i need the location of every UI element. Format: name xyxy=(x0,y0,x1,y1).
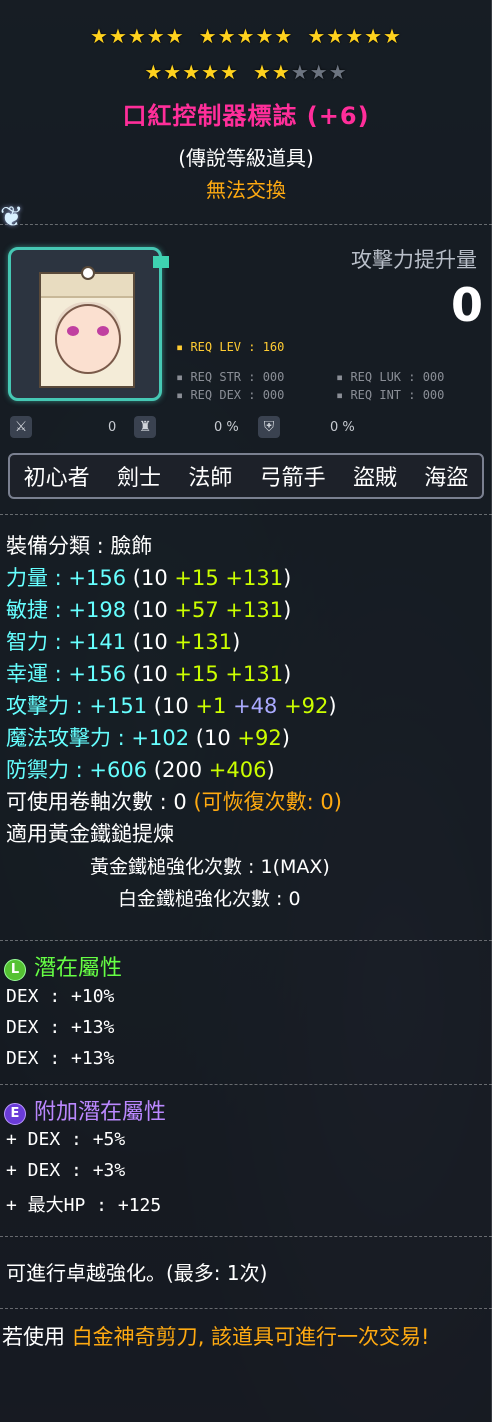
mini-stat-value: 0 % xyxy=(214,420,239,435)
job-archer: 弓箭手 xyxy=(259,466,326,491)
wing-icon: ❦ xyxy=(0,200,24,233)
star-force-row-1: ★★★★★ ★★★★★ ★★★★★ xyxy=(0,24,492,48)
upgrade-slots: 可使用卷軸次數 : 0 (可恢復次數: 0) xyxy=(6,790,342,814)
star-force-row-2: ★★★★★ ★★★★★ xyxy=(0,60,492,84)
bonus-potential-line: + DEX : +5% xyxy=(6,1129,126,1150)
item-tradability: 無法交換 xyxy=(206,178,286,202)
scissors-note: 若使用 白金神奇剪刀, 該道具可進行一次交易! xyxy=(2,1325,430,1349)
attack-gain-label: 攻擊力提升量 xyxy=(351,248,477,272)
item-title: 口紅控制器標誌 (+6) xyxy=(122,102,370,130)
job-pirate: 海盜 xyxy=(424,466,469,491)
job-beginner: 初心者 xyxy=(23,466,90,491)
divider xyxy=(0,1236,492,1237)
star-icon: ★★ xyxy=(253,60,291,84)
job-magician: 法師 xyxy=(188,466,233,491)
stat-magic-attack: 魔法攻擊力 : +102 (10 +92) xyxy=(6,726,290,750)
bonus-potential-line: + 最大HP : +125 xyxy=(6,1195,162,1216)
stat-dex: 敏捷 : +198 (10 +57 +131) xyxy=(6,598,292,622)
stats-block: 裝備分類 : 臉飾 力量 : +156 (10 +15 +131) 敏捷 : +… xyxy=(6,530,486,850)
job-requirements: 初心者 劍士 法師 弓箭手 盜賊 海盜 xyxy=(8,453,484,499)
job-warrior: 劍士 xyxy=(116,466,161,491)
platinum-hammer-count: 白金鐵槌強化次數 : 0 xyxy=(118,888,301,910)
item-icon-frame xyxy=(8,247,169,401)
stat-luk: 幸運 : +156 (10 +15 +131) xyxy=(6,662,292,686)
stat-int: 智力 : +141 (10 +131) xyxy=(6,630,241,654)
golden-hammer-count: 黃金鐵槌強化次數 : 1(MAX) xyxy=(90,856,330,878)
boss-damage-icon: ♜ xyxy=(134,416,156,438)
shield-icon: ⛨ xyxy=(258,416,280,438)
req-str: ▪ REQ STR : 000 xyxy=(176,370,285,384)
epic-badge-icon: E xyxy=(4,1103,26,1125)
divider xyxy=(0,940,492,941)
star-icon: ★★★★★ xyxy=(90,24,185,48)
scissors-item-name: 白金神奇剪刀 xyxy=(71,1325,198,1349)
mini-stat-value: 0 % xyxy=(330,420,355,435)
item-tooltip: ★★★★★ ★★★★★ ★★★★★ ★★★★★ ★★★★★ 口紅控制器標誌 (+6) … xyxy=(0,0,492,1422)
divider xyxy=(0,1084,492,1085)
mini-stat-value: 0 xyxy=(108,420,117,435)
bonus-potential-line: + DEX : +3% xyxy=(6,1160,126,1181)
equip-category: 裝備分類 : 臉飾 xyxy=(6,534,153,558)
star-icon: ★★★★★ xyxy=(198,24,294,48)
divider xyxy=(0,224,492,225)
req-luk: ▪ REQ LUK : 000 xyxy=(336,370,445,384)
mini-stats-row: ⚔ 0 ♜ 0 % ⛨ 0 % xyxy=(0,416,492,444)
potential-line: DEX : +10% xyxy=(6,986,115,1007)
bookmark-icon xyxy=(153,256,169,268)
bonus-potential-header: E 附加潛在屬性 xyxy=(4,1094,166,1126)
req-level: ▪ REQ LEV : 160 xyxy=(176,340,285,354)
divider xyxy=(0,1308,492,1309)
stat-defense: 防禦力 : +606 (200 +406) xyxy=(6,758,275,782)
stat-str: 力量 : +156 (10 +15 +131) xyxy=(6,566,292,590)
star-force-note: 可進行卓越強化。(最多: 1次) xyxy=(6,1261,268,1285)
stat-attack: 攻擊力 : +151 (10 +1 +48 +92) xyxy=(6,694,337,718)
emblem-icon xyxy=(39,266,135,388)
item-grade: (傳說等級道具) xyxy=(178,146,314,170)
ignore-defense-icon: ⚔ xyxy=(10,416,32,438)
star-icon: ★★★★★ xyxy=(144,60,239,84)
empty-star-icon: ★★★ xyxy=(290,60,348,84)
hammer-applied: 適用黃金鐵鎚提煉 xyxy=(6,822,174,846)
potential-title: 潛在屬性 xyxy=(34,956,123,981)
star-icon: ★★★★★ xyxy=(307,24,402,48)
potential-line: DEX : +13% xyxy=(6,1017,115,1038)
req-dex: ▪ REQ DEX : 000 xyxy=(176,388,285,402)
legendary-badge-icon: L xyxy=(4,959,26,981)
potential-line: DEX : +13% xyxy=(6,1048,115,1069)
req-int: ▪ REQ INT : 000 xyxy=(336,388,445,402)
attack-gain-value: 0 xyxy=(450,278,483,332)
potential-header: L 潛在屬性 xyxy=(4,950,122,982)
divider xyxy=(0,514,492,515)
bonus-potential-title: 附加潛在屬性 xyxy=(34,1100,167,1125)
job-thief: 盜賊 xyxy=(352,466,397,491)
